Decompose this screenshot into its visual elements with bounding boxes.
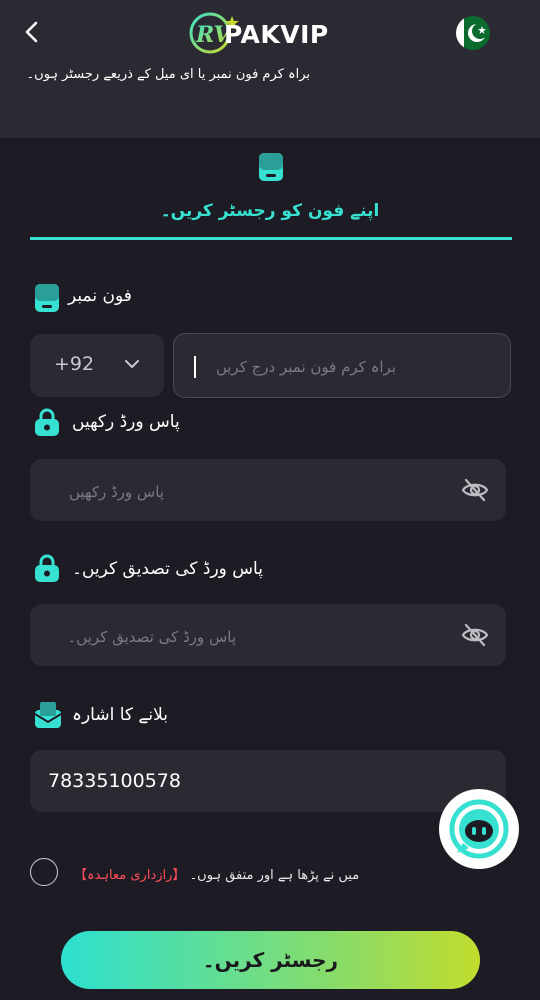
eye-off-icon[interactable] (461, 622, 489, 648)
text-caret (194, 356, 196, 378)
chevron-down-icon (125, 360, 139, 368)
phone-icon (35, 284, 59, 312)
password-label: پاس ورڈ رکھیں (72, 412, 180, 432)
privacy-agreement-link[interactable]: 【رازداری معاہدہ】 (74, 868, 185, 883)
country-code-value: +92 (54, 353, 95, 375)
header: RV PAKVIP براہ کرم فون نمبر یا ای میل کے… (0, 0, 540, 138)
chat-bot-icon (449, 799, 509, 859)
pakistan-flag-icon[interactable] (456, 16, 490, 50)
tab-underline (30, 237, 512, 240)
invite-icon (34, 702, 62, 728)
password-placeholder: پاس ورڈ رکھیں (68, 483, 164, 501)
phone-number-label: فون نمبر (68, 286, 132, 306)
support-chat-button[interactable] (439, 789, 519, 869)
invite-code-label: بلانے کا اشارہ (72, 705, 168, 725)
phone-icon[interactable] (258, 152, 284, 182)
agree-checkbox[interactable] (30, 858, 58, 886)
agree-statement: میں نے پڑھا ہے اور متفق ہوں۔ (189, 868, 360, 883)
back-arrow-icon[interactable] (18, 18, 46, 46)
header-subtitle: براہ کرم فون نمبر یا ای میل کے ذریعے رجس… (26, 67, 310, 82)
tab-register-phone[interactable]: اپنے فون کو رجسٹر کریں۔ (0, 200, 540, 221)
lock-icon (35, 554, 59, 582)
phone-placeholder: براہ کرم فون نمبر درج کریں (215, 358, 396, 376)
invite-code-value: 78335100578 (48, 770, 181, 792)
lock-icon (35, 408, 59, 436)
phone-number-input[interactable]: براہ کرم فون نمبر درج کریں (173, 333, 511, 398)
invite-code-input[interactable]: 78335100578 (30, 750, 506, 812)
register-button-label: رجسٹر کریں۔ (202, 948, 339, 972)
agreement-text: میں نے پڑھا ہے اور متفق ہوں۔ 【رازداری مع… (74, 864, 359, 883)
confirm-password-label: پاس ورڈ کی تصدیق کریں۔ (72, 559, 263, 579)
brand-name: PAKVIP (224, 20, 329, 49)
register-button[interactable]: رجسٹر کریں۔ (61, 931, 480, 989)
eye-off-icon[interactable] (461, 477, 489, 503)
confirm-password-placeholder: پاس ورڈ کی تصدیق کریں۔ (67, 628, 236, 646)
password-input[interactable]: پاس ورڈ رکھیں (30, 459, 506, 521)
confirm-password-input[interactable]: پاس ورڈ کی تصدیق کریں۔ (30, 604, 506, 666)
country-code-select[interactable]: +92 (30, 334, 164, 397)
